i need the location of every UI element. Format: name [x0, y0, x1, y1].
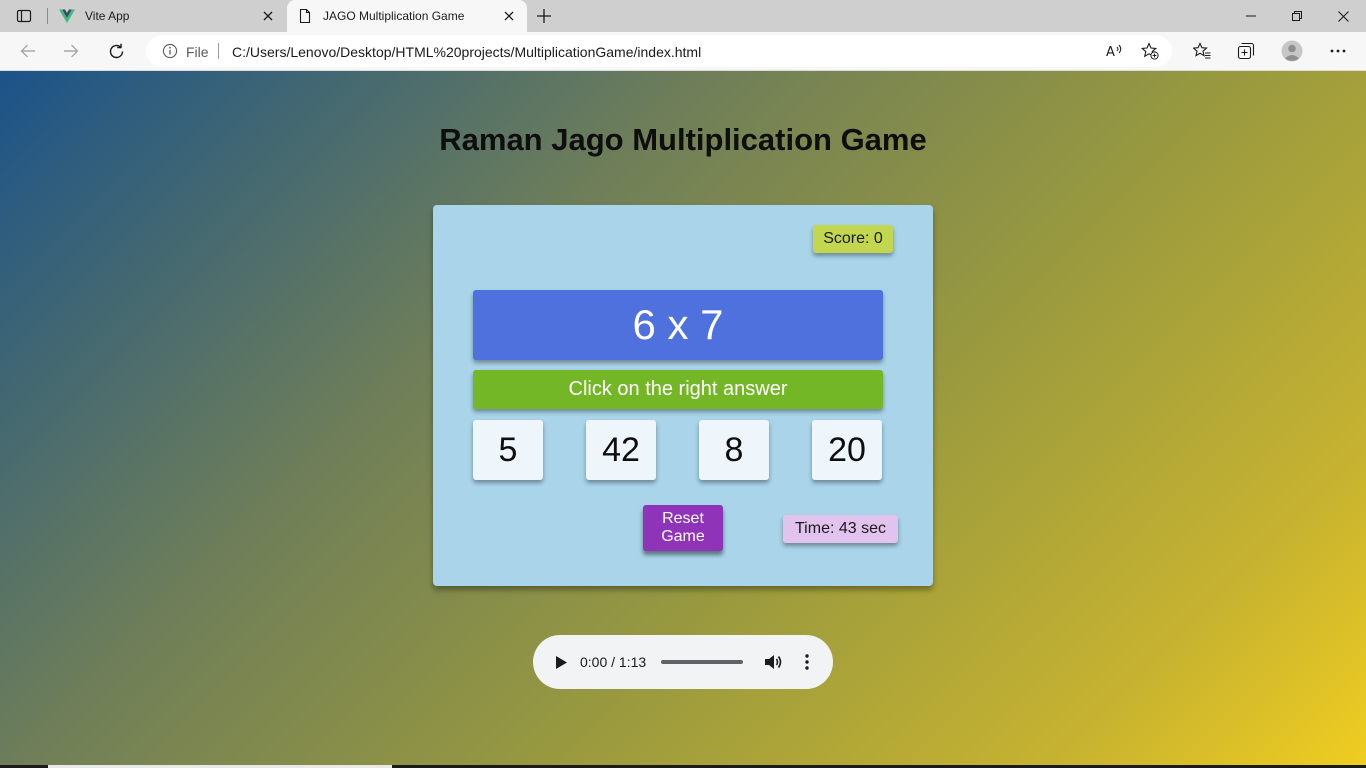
time-badge: Time: 43 sec [783, 515, 898, 543]
favorites-icon [1193, 42, 1211, 59]
read-aloud-icon: A [1106, 44, 1122, 60]
reset-button-label: Reset Game [661, 510, 705, 546]
tab-separator [47, 8, 48, 24]
answer-choice-4[interactable]: 20 [812, 420, 882, 480]
reset-label-line-1: Reset [662, 510, 704, 527]
page-icon [299, 8, 311, 24]
vue-logo-icon [59, 9, 75, 23]
volume-button[interactable] [764, 652, 784, 672]
close-tab-button[interactable] [260, 8, 276, 24]
forward-arrow-icon [64, 44, 79, 58]
audio-seek-slider[interactable] [661, 660, 743, 664]
svg-text:A: A [1106, 45, 1115, 60]
info-icon[interactable] [162, 43, 178, 59]
scheme-label: File [186, 44, 209, 60]
read-aloud-button[interactable]: A [1104, 41, 1124, 61]
answer-choice-2[interactable]: 42 [586, 420, 656, 480]
more-horizontal-icon [1330, 49, 1346, 53]
tab-actions-menu-button[interactable] [8, 4, 40, 28]
browser-toolbar: File C:/Users/Lenovo/Desktop/HTML%20proj… [0, 32, 1366, 71]
audio-player: 0:00 / 1:13 [533, 635, 833, 689]
page-viewport: Raman Jago Multiplication Game Score: 0 … [0, 71, 1366, 768]
address-divider [218, 43, 219, 59]
audio-more-options-button[interactable] [797, 652, 817, 672]
back-button[interactable] [13, 36, 43, 66]
play-icon [555, 655, 567, 669]
score-badge: Score: 0 [813, 225, 893, 253]
refresh-icon [109, 43, 123, 58]
page-title: Raman Jago Multiplication Game [439, 122, 927, 157]
more-vertical-icon [805, 654, 809, 670]
close-tab-button[interactable] [501, 8, 517, 24]
restore-button[interactable] [1274, 0, 1320, 32]
reset-game-button[interactable]: Reset Game [643, 505, 723, 551]
close-icon [263, 11, 273, 21]
tab-title: JAGO Multiplication Game [323, 9, 465, 23]
instruction-banner: Click on the right answer [473, 370, 883, 409]
refresh-button[interactable] [101, 36, 131, 66]
minimize-icon [1246, 15, 1256, 17]
close-window-button[interactable] [1320, 0, 1366, 32]
tab-jago-multiplication-game[interactable]: JAGO Multiplication Game [287, 0, 527, 32]
audio-time-display: 0:00 / 1:13 [580, 654, 647, 670]
play-button[interactable] [551, 652, 571, 672]
volume-icon [765, 655, 782, 669]
tab-title: Vite App [85, 9, 130, 23]
url-text[interactable]: C:/Users/Lenovo/Desktop/HTML%20projects/… [232, 44, 701, 60]
star-add-icon [1141, 42, 1159, 60]
avatar-icon [1281, 40, 1303, 62]
forward-button[interactable] [56, 36, 86, 66]
collections-icon [1237, 42, 1255, 60]
add-favorite-button[interactable] [1140, 41, 1160, 61]
new-tab-button[interactable] [532, 4, 556, 28]
collections-button[interactable] [1231, 36, 1261, 66]
plus-icon [537, 9, 551, 23]
close-icon [504, 11, 514, 21]
favorites-button[interactable] [1187, 36, 1217, 66]
address-bar[interactable]: File C:/Users/Lenovo/Desktop/HTML%20proj… [146, 35, 1172, 67]
settings-more-button[interactable] [1323, 36, 1353, 66]
question-box: 6 x 7 [473, 290, 883, 360]
minimize-button[interactable] [1228, 0, 1274, 32]
restore-icon [1292, 11, 1302, 21]
answer-choice-1[interactable]: 5 [473, 420, 543, 480]
reset-label-line-2: Game [661, 528, 705, 545]
game-card: Score: 0 6 x 7 Click on the right answer… [433, 205, 933, 586]
close-icon [1337, 10, 1349, 22]
profile-button[interactable] [1277, 36, 1307, 66]
back-arrow-icon [20, 44, 35, 58]
answer-choice-3[interactable]: 8 [699, 420, 769, 480]
tab-bar: Vite App JAGO Multiplication Game [0, 0, 1366, 32]
tab-actions-icon [16, 9, 32, 23]
tab-vite-app[interactable]: Vite App [49, 0, 286, 32]
